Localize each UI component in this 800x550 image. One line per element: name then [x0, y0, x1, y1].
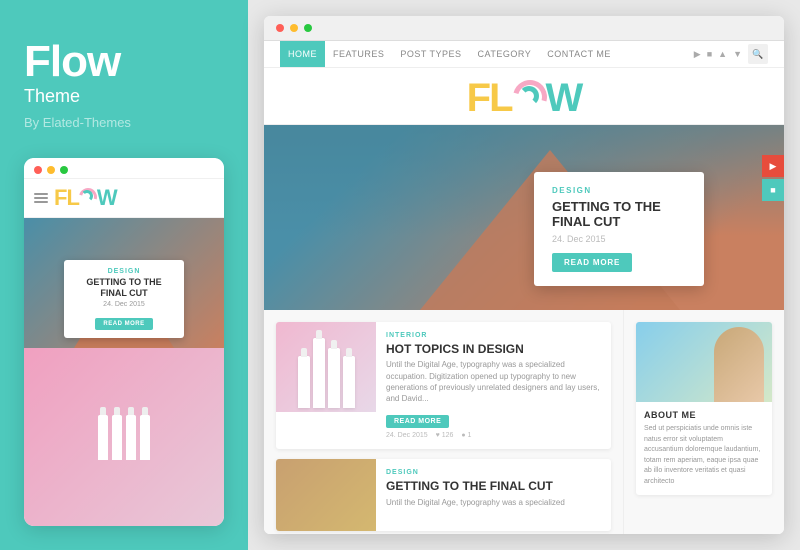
desktop-logo-fl: FL — [467, 78, 512, 118]
nav-link-contact[interactable]: CONTACT ME — [539, 41, 619, 67]
sidebar-floating-icons: ▶ ■ — [762, 155, 784, 201]
hero-card-title: GETTING TO THE FINAL CUT — [552, 199, 686, 230]
bottle-b — [313, 338, 325, 408]
left-panel: Flow Theme By Elated-Themes FL W — [0, 0, 248, 550]
nav-links: HOME FEATURES POST TYPES CATEGORY CONTAC… — [280, 41, 619, 67]
browser-maximize-dot[interactable] — [304, 24, 312, 32]
person-silhouette — [714, 327, 764, 402]
desktop-hero: DESIGN GETTING TO THE FINAL CUT 24. Dec … — [264, 125, 784, 310]
about-me-body: Sed ut perspiciatis unde omnis iste natu… — [644, 424, 764, 487]
mobile-read-more-button[interactable]: READ MORE — [95, 318, 152, 330]
brand-subtitle: Theme — [24, 86, 224, 107]
bottle-group — [298, 338, 355, 412]
article-1-meta: 24. Dec 2015 ♥ 126 ● 1 — [386, 432, 601, 439]
bottle-a — [298, 356, 310, 408]
about-me-text: ABOUT ME Sed ut perspiciatis unde omnis … — [636, 402, 772, 495]
browser-close-dot[interactable] — [276, 24, 284, 32]
desktop-navbar: HOME FEATURES POST TYPES CATEGORY CONTAC… — [264, 41, 784, 68]
article-2-excerpt: Until the Digital Age, typography was a … — [386, 497, 601, 508]
logo-o — [79, 187, 97, 209]
mobile-bottom-image — [24, 348, 224, 526]
brand-author: By Elated-Themes — [24, 115, 224, 130]
nav-icons: ▶ ■ ▲ ▼ 🔍 — [694, 44, 768, 64]
mobile-hero-image: DESIGN GETTING TO THE FINAL CUT 24. Dec … — [24, 218, 224, 348]
article-1-info: INTERIOR HOT TOPICS IN DESIGN Until the … — [376, 322, 611, 449]
nav-link-post-types[interactable]: POST TYPES — [392, 41, 469, 67]
minimize-dot — [47, 166, 55, 174]
article-2-tag: DESIGN — [386, 469, 601, 476]
nav-link-features[interactable]: FEATURES — [325, 41, 392, 67]
article-1-date: 24. Dec 2015 — [386, 432, 428, 439]
articles-column: INTERIOR HOT TOPICS IN DESIGN Until the … — [264, 310, 624, 534]
hamburger-icon[interactable] — [34, 193, 48, 203]
mobile-logo: FL W — [54, 185, 117, 211]
about-me-widget: ABOUT ME Sed ut perspiciatis unde omnis … — [636, 322, 772, 495]
nav-link-home[interactable]: HOME — [280, 41, 325, 67]
desktop-logo-w: W — [546, 78, 582, 118]
article-1-tag: INTERIOR — [386, 332, 601, 339]
mobile-card-tag: DESIGN — [74, 268, 174, 275]
sidebar-column: ABOUT ME Sed ut perspiciatis unde omnis … — [624, 310, 784, 534]
bottle-4 — [140, 415, 150, 460]
twitter-icon[interactable]: ▲ — [718, 49, 727, 59]
pinterest-icon[interactable]: ▶ — [694, 49, 701, 60]
search-icon[interactable]: 🔍 — [748, 44, 768, 64]
hero-card-date: 24. Dec 2015 — [552, 234, 686, 244]
maximize-dot — [60, 166, 68, 174]
instagram-icon[interactable]: ■ — [707, 49, 712, 59]
bottle-1 — [98, 415, 108, 460]
brand-title: Flow — [24, 40, 224, 84]
right-panel: HOME FEATURES POST TYPES CATEGORY CONTAC… — [248, 0, 800, 550]
browser-titlebar — [264, 16, 784, 41]
desktop-wrapper: HOME FEATURES POST TYPES CATEGORY CONTAC… — [264, 41, 784, 534]
hero-read-more-button[interactable]: READ MORE — [552, 253, 632, 272]
three-column-layout: INTERIOR HOT TOPICS IN DESIGN Until the … — [264, 310, 784, 534]
article-1-excerpt: Until the Digital Age, typography was a … — [386, 359, 601, 404]
article-1-likes: ♥ 126 — [436, 432, 454, 439]
article-card-1: INTERIOR HOT TOPICS IN DESIGN Until the … — [276, 322, 611, 449]
mobile-hero-card: DESIGN GETTING TO THE FINAL CUT 24. Dec … — [64, 260, 184, 338]
mobile-titlebar — [24, 158, 224, 179]
browser-window: HOME FEATURES POST TYPES CATEGORY CONTAC… — [264, 16, 784, 534]
about-me-title: ABOUT ME — [644, 410, 764, 420]
desktop-logo-o — [512, 78, 546, 118]
bottle-c — [328, 348, 340, 408]
social-icon-2[interactable]: ■ — [762, 179, 784, 201]
mobile-card-title: GETTING TO THE FINAL CUT — [74, 277, 174, 299]
bottle-3 — [126, 415, 136, 460]
hero-card-tag: DESIGN — [552, 186, 686, 195]
article-1-title: HOT TOPICS IN DESIGN — [386, 342, 601, 356]
logo-f: FL — [54, 185, 79, 211]
article-1-comments: ● 1 — [461, 432, 471, 439]
mobile-card-date: 24. Dec 2015 — [74, 301, 174, 308]
article-1-image — [276, 322, 376, 412]
article-2-image — [276, 459, 376, 531]
article-card-2: DESIGN GETTING TO THE FINAL CUT Until th… — [276, 459, 611, 531]
mobile-content: DESIGN GETTING TO THE FINAL CUT 24. Dec … — [24, 218, 224, 526]
bottle-2 — [112, 415, 122, 460]
article-2-info: DESIGN GETTING TO THE FINAL CUT Until th… — [376, 459, 611, 531]
article-1-read-more-button[interactable]: READ MORE — [386, 415, 449, 428]
desktop-content: DESIGN GETTING TO THE FINAL CUT 24. Dec … — [264, 125, 784, 534]
article-2-title: GETTING TO THE FINAL CUT — [386, 479, 601, 493]
browser-minimize-dot[interactable] — [290, 24, 298, 32]
rss-icon[interactable]: ▼ — [733, 49, 742, 59]
mobile-preview-card: FL W DESIGN GETTING TO THE FINAL CUT 24.… — [24, 158, 224, 526]
desktop-logo-area: FL W — [264, 68, 784, 125]
close-dot — [34, 166, 42, 174]
about-me-image — [636, 322, 772, 402]
mobile-nav: FL W — [24, 179, 224, 218]
bottle-d — [343, 356, 355, 408]
desktop-logo: FL W — [467, 78, 582, 118]
nav-link-category[interactable]: CATEGORY — [470, 41, 540, 67]
logo-w: W — [97, 185, 117, 211]
social-icon-1[interactable]: ▶ — [762, 155, 784, 177]
hero-card-desktop: DESIGN GETTING TO THE FINAL CUT 24. Dec … — [534, 172, 704, 286]
